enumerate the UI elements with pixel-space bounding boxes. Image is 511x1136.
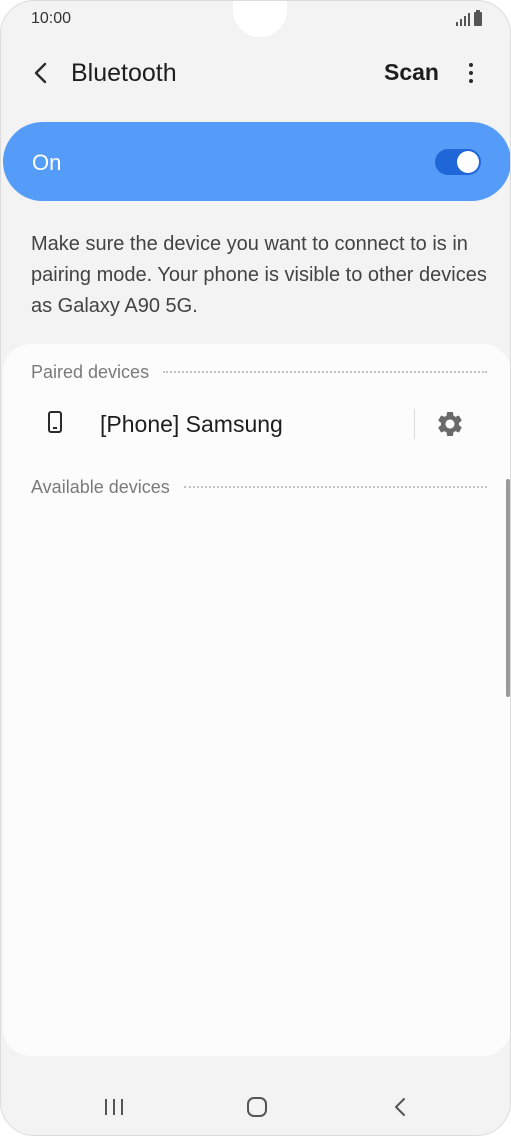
toggle-switch[interactable]	[435, 149, 481, 175]
app-bar: Bluetooth Scan	[1, 43, 510, 103]
phone-screen: 10:00 Bluetooth Scan On Make sure the de…	[0, 0, 511, 1136]
home-button[interactable]	[227, 1087, 287, 1127]
status-time: 10:00	[31, 10, 72, 27]
page-title: Bluetooth	[71, 59, 177, 87]
recents-button[interactable]	[84, 1087, 144, 1127]
chevron-left-icon	[34, 62, 47, 84]
status-icons	[456, 10, 482, 26]
available-devices-label: Available devices	[31, 477, 170, 497]
visibility-info-text: Make sure the device you want to connect…	[31, 233, 487, 317]
status-bar: 10:00	[1, 1, 510, 37]
navigation-bar	[1, 1077, 510, 1135]
bluetooth-master-switch[interactable]: On	[3, 122, 510, 201]
row-divider	[414, 409, 415, 439]
scrollbar[interactable]	[506, 479, 510, 697]
section-divider	[163, 370, 487, 373]
more-options-icon[interactable]	[456, 57, 486, 89]
signal-icon	[456, 12, 470, 26]
back-button[interactable]	[23, 55, 59, 91]
back-icon	[395, 1098, 405, 1116]
master-switch-label: On	[32, 150, 62, 175]
recents-icon	[105, 1099, 123, 1115]
battery-icon	[474, 10, 482, 26]
phone-icon	[48, 411, 62, 433]
device-name: [Phone] Samsung	[100, 411, 283, 437]
section-divider	[183, 485, 487, 488]
paired-devices-label: Paired devices	[31, 362, 150, 382]
paired-device-row[interactable]: [Phone] Samsung	[3, 394, 510, 456]
available-devices-header: Available devices	[31, 477, 487, 498]
gear-icon[interactable]	[435, 409, 465, 439]
scan-button[interactable]: Scan	[384, 59, 439, 86]
toggle-knob	[457, 151, 479, 173]
home-icon	[247, 1097, 267, 1117]
devices-card: Paired devices [Phone] Samsung Available…	[3, 344, 510, 1056]
nav-back-button[interactable]	[370, 1087, 430, 1127]
paired-devices-header: Paired devices	[31, 362, 487, 383]
